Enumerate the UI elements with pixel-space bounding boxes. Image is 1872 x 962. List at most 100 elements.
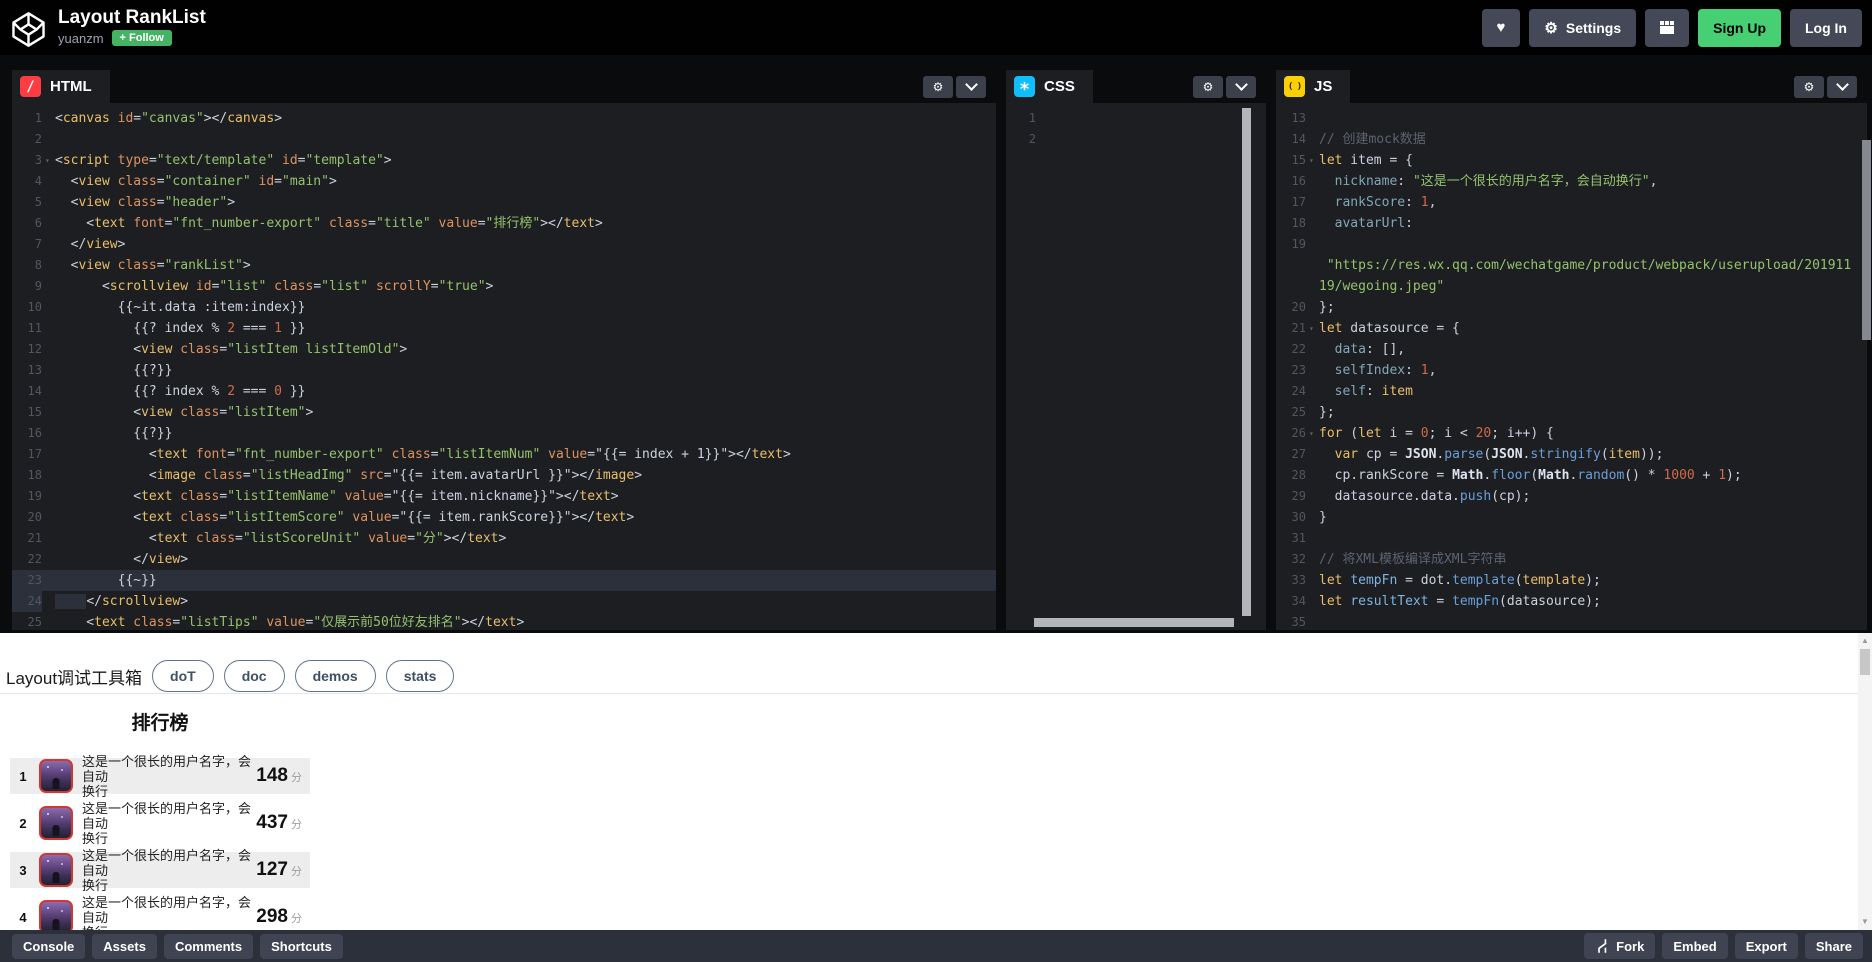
scrollbar-thumb[interactable]	[1860, 649, 1870, 675]
code-line[interactable]: 6 <text font="fnt_number-export" class="…	[12, 213, 996, 234]
js-settings-button[interactable]: ⚙	[1794, 76, 1824, 98]
html-collapse-button[interactable]	[956, 76, 986, 98]
fold-arrow-icon[interactable]: ▾	[45, 150, 50, 171]
code-line[interactable]: 19/wegoing.jpeg"	[1276, 276, 1867, 297]
tool-stats-button[interactable]: stats	[386, 660, 455, 692]
scroll-down-icon[interactable]: ▼	[1858, 914, 1872, 928]
code-line[interactable]: 10 {{~it.data :item:index}}	[12, 297, 996, 318]
signup-button[interactable]: Sign Up	[1698, 9, 1781, 47]
code-line[interactable]: 25};	[1276, 402, 1867, 423]
scroll-up-icon[interactable]: ▲	[1858, 633, 1872, 647]
code-line[interactable]: 13	[1276, 108, 1867, 129]
love-button[interactable]: ♥	[1482, 9, 1521, 47]
code-line[interactable]: 32// 将XML模板编译成XML字符串	[1276, 549, 1867, 570]
console-button[interactable]: Console	[12, 934, 85, 959]
code-line[interactable]: 9 <scrollview id="list" class="list" scr…	[12, 276, 996, 297]
code-line[interactable]: 28 cp.rankScore = Math.floor(Math.random…	[1276, 465, 1867, 486]
code-line[interactable]: 22 data: [],	[1276, 339, 1867, 360]
html-settings-button[interactable]: ⚙	[923, 76, 953, 98]
code-line[interactable]: 24 </scrollview>	[12, 591, 996, 612]
css-vertical-scrollbar[interactable]	[1242, 108, 1251, 616]
js-panel-tab[interactable]: ( ) JS	[1276, 70, 1350, 103]
code-line[interactable]: "https://res.wx.qq.com/wechatgame/produc…	[1276, 255, 1867, 276]
css-horizontal-scrollbar[interactable]	[1034, 618, 1234, 627]
shortcuts-button[interactable]: Shortcuts	[260, 934, 343, 959]
code-line[interactable]: 21▾let datasource = {	[1276, 318, 1867, 339]
html-icon: /	[20, 76, 41, 97]
code-line[interactable]: 1	[1006, 108, 1266, 129]
code-line[interactable]: 2	[1006, 129, 1266, 150]
export-button[interactable]: Export	[1735, 933, 1798, 959]
code-line[interactable]: 7 </view>	[12, 234, 996, 255]
code-line[interactable]: 26▾for (let i = 0; i < 20; i++) {	[1276, 423, 1867, 444]
code-line[interactable]: 22 </view>	[12, 549, 996, 570]
tool-doc-button[interactable]: doc	[224, 660, 285, 692]
code-line[interactable]: 1<canvas id="canvas"></canvas>	[12, 108, 996, 129]
js-collapse-button[interactable]	[1827, 76, 1857, 98]
code-line[interactable]: 13 {{?}}	[12, 360, 996, 381]
code-line[interactable]: 16 nickname: "这是一个很长的用户名字，会自动换行",	[1276, 171, 1867, 192]
fold-arrow-icon[interactable]: ▾	[1309, 318, 1314, 339]
html-panel-tab[interactable]: / HTML	[12, 70, 110, 103]
pen-brand: Layout RankList yuanzm + Follow	[10, 7, 206, 48]
css-panel-tab[interactable]: * CSS	[1006, 70, 1093, 103]
embed-button[interactable]: Embed	[1662, 933, 1727, 959]
code-line[interactable]: 14// 创建mock数据	[1276, 129, 1867, 150]
code-line[interactable]: 3▾<script type="text/template" id="templ…	[12, 150, 996, 171]
line-number: 30	[1276, 507, 1306, 528]
page-scrollbar-thumb[interactable]	[1862, 140, 1871, 340]
code-line[interactable]: 23 {{~}}	[12, 570, 996, 591]
code-line[interactable]: 24 self: item	[1276, 381, 1867, 402]
code-line[interactable]: 29 datasource.data.push(cp);	[1276, 486, 1867, 507]
fork-button[interactable]: ⌥Fork	[1584, 933, 1655, 959]
code-line[interactable]: 18 <image class="listHeadImg" src="{{= i…	[12, 465, 996, 486]
code-line[interactable]: 18 avatarUrl:	[1276, 213, 1867, 234]
settings-button[interactable]: ⚙Settings	[1529, 9, 1636, 47]
code-line[interactable]: 21 <text class="listScoreUnit" value="分"…	[12, 528, 996, 549]
js-code-editor[interactable]: 1314// 创建mock数据15▾let item = {16 nicknam…	[1276, 103, 1867, 630]
code-line[interactable]: 15▾let item = {	[1276, 150, 1867, 171]
fold-arrow-icon[interactable]: ▾	[1309, 423, 1314, 444]
code-line[interactable]: 33let tempFn = dot.template(template);	[1276, 570, 1867, 591]
code-line[interactable]: 20 <text class="listItemScore" value="{{…	[12, 507, 996, 528]
assets-button[interactable]: Assets	[92, 934, 157, 959]
login-button[interactable]: Log In	[1790, 9, 1862, 47]
code-line[interactable]: 4 <view class="container" id="main">	[12, 171, 996, 192]
preview-scrollbar[interactable]: ▲ ▼	[1858, 633, 1872, 930]
code-line[interactable]: 12 <view class="listItem listItemOld">	[12, 339, 996, 360]
css-code-editor[interactable]: 12	[1006, 103, 1266, 630]
code-line[interactable]: 5 <view class="header">	[12, 192, 996, 213]
code-line[interactable]: 27 var cp = JSON.parse(JSON.stringify(it…	[1276, 444, 1867, 465]
code-line[interactable]: 23 selfIndex: 1,	[1276, 360, 1867, 381]
share-button[interactable]: Share	[1805, 933, 1863, 959]
code-line[interactable]: 19	[1276, 234, 1867, 255]
code-line[interactable]: 30}	[1276, 507, 1867, 528]
code-line[interactable]: 25 <text class="listTips" value="仅展示前50位…	[12, 612, 996, 630]
change-view-button[interactable]	[1645, 9, 1689, 47]
code-line[interactable]: 17 rankScore: 1,	[1276, 192, 1867, 213]
css-settings-button[interactable]: ⚙	[1193, 76, 1223, 98]
code-line[interactable]: 19 <text class="listItemName" value="{{=…	[12, 486, 996, 507]
html-code-editor[interactable]: 1<canvas id="canvas"></canvas>23▾<script…	[12, 103, 996, 630]
code-line[interactable]: 8 <view class="rankList">	[12, 255, 996, 276]
rank-score-unit: 分	[291, 816, 302, 832]
code-line[interactable]: 16 {{?}}	[12, 423, 996, 444]
code-line[interactable]: 11 {{? index % 2 === 1 }}	[12, 318, 996, 339]
tool-dot-button[interactable]: doT	[152, 660, 214, 692]
codepen-logo-icon[interactable]	[10, 11, 47, 48]
code-line[interactable]: 20};	[1276, 297, 1867, 318]
code-line[interactable]: 15 <view class="listItem">	[12, 402, 996, 423]
code-line[interactable]: 14 {{? index % 2 === 0 }}	[12, 381, 996, 402]
code-line[interactable]: 17 <text font="fnt_number-export" class=…	[12, 444, 996, 465]
fold-arrow-icon[interactable]: ▾	[1309, 150, 1314, 171]
code-line[interactable]: 34let resultText = tempFn(datasource);	[1276, 591, 1867, 612]
css-collapse-button[interactable]	[1226, 76, 1256, 98]
code-line[interactable]: 35	[1276, 612, 1867, 630]
line-number: 22	[1276, 339, 1306, 360]
follow-button[interactable]: + Follow	[112, 30, 172, 46]
code-line[interactable]: 2	[12, 129, 996, 150]
comments-button[interactable]: Comments	[164, 934, 253, 959]
code-line[interactable]: 31	[1276, 528, 1867, 549]
pen-author[interactable]: yuanzm	[58, 31, 104, 46]
tool-demos-button[interactable]: demos	[295, 660, 376, 692]
